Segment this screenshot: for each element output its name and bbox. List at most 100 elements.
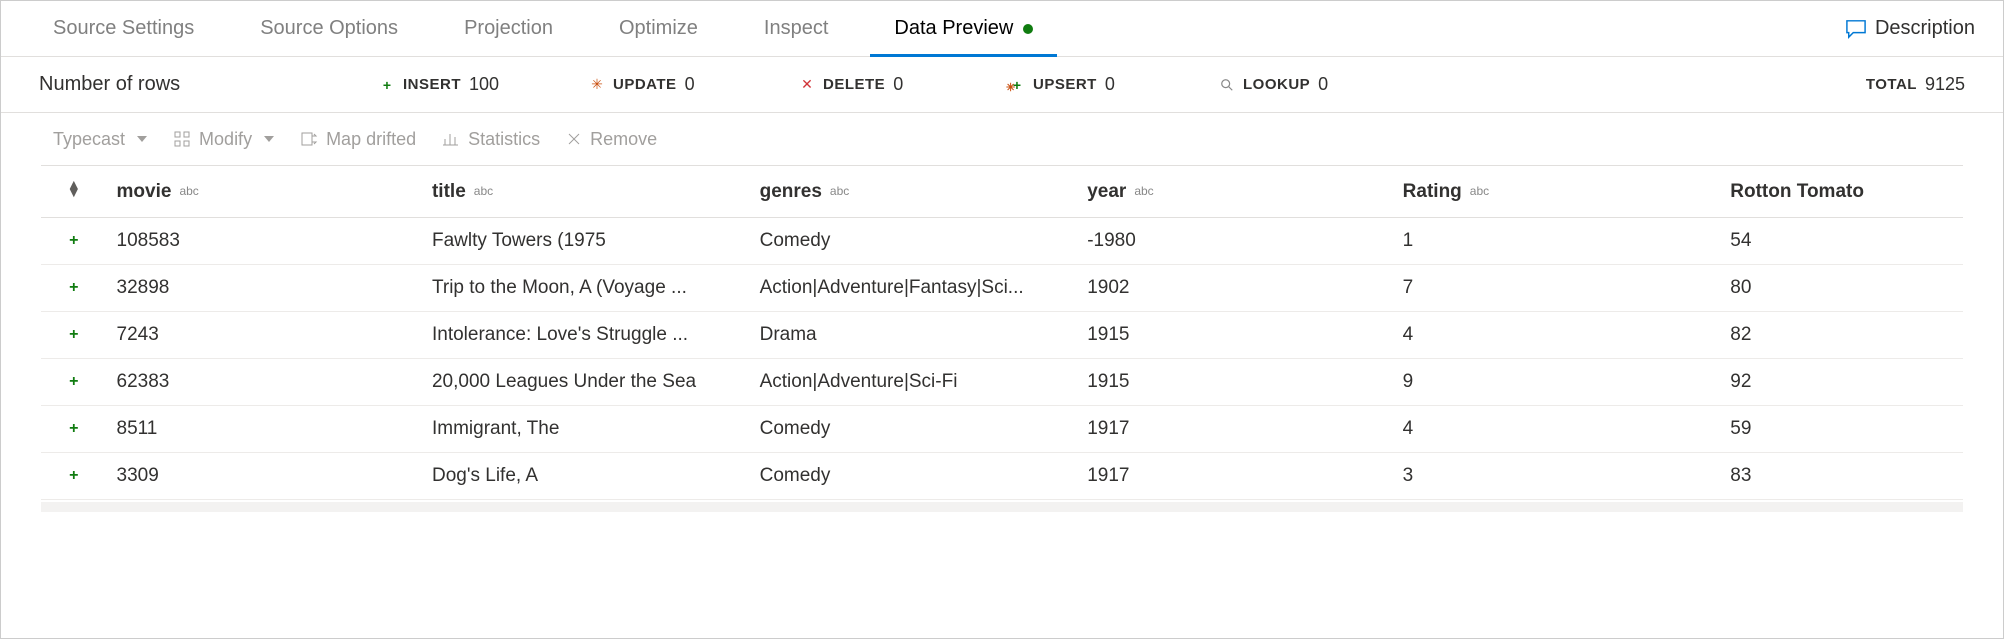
cell-movie: 3309 (107, 453, 422, 500)
cell-title: 20,000 Leagues Under the Sea (422, 359, 750, 406)
cell-rating: 7 (1393, 265, 1721, 312)
insert-row-icon: + (41, 406, 107, 453)
cell-movie: 108583 (107, 218, 422, 265)
cell-year: 1902 (1077, 265, 1392, 312)
cell-year: 1915 (1077, 359, 1392, 406)
sort-column-header[interactable]: ▲▼ (41, 166, 107, 218)
col-header-title[interactable]: titleabc (422, 166, 750, 218)
type-badge: abc (179, 184, 198, 198)
tab-source-settings[interactable]: Source Settings (29, 1, 218, 56)
cell-rt: 80 (1720, 265, 1963, 312)
statistics-button[interactable]: Statistics (442, 129, 540, 150)
tool-label: Modify (199, 129, 252, 150)
tab-projection[interactable]: Projection (440, 1, 577, 56)
cell-title: Fawlty Towers (1975 (422, 218, 750, 265)
cell-genres: Drama (750, 312, 1078, 359)
stat-name: TOTAL (1866, 76, 1917, 93)
type-badge: abc (1470, 184, 1489, 198)
map-drifted-button[interactable]: Map drifted (300, 129, 416, 150)
data-table: ▲▼ movieabc titleabc genresabc yearabc R… (41, 166, 1963, 500)
col-header-genres[interactable]: genres abc (750, 166, 1078, 218)
x-icon (566, 131, 582, 147)
cell-rt: 83 (1720, 453, 1963, 500)
cell-title: Dog's Life, A (422, 453, 750, 500)
modify-button[interactable]: Modify (173, 129, 274, 150)
cell-year: 1915 (1077, 312, 1392, 359)
tab-label: Source Settings (53, 17, 194, 40)
cell-rating: 4 (1393, 312, 1721, 359)
tool-label: Statistics (468, 129, 540, 150)
tab-optimize[interactable]: Optimize (595, 1, 722, 56)
stat-total: TOTAL 9125 (1866, 74, 1965, 95)
sort-icon: ▲▼ (67, 180, 81, 196)
description-button[interactable]: Description (1845, 17, 1975, 40)
table-row[interactable]: +32898Trip to the Moon, A (Voyage ...Act… (41, 265, 1963, 312)
col-label: Rating (1403, 181, 1462, 202)
cell-year: -1980 (1077, 218, 1392, 265)
stat-delete: ✕ DELETE 0 (799, 74, 969, 95)
type-badge: abc (830, 184, 849, 198)
insert-row-icon: + (41, 312, 107, 359)
stat-value: 0 (685, 74, 695, 95)
stat-name: INSERT (403, 76, 461, 93)
col-header-rating[interactable]: Rating abc (1393, 166, 1721, 218)
cell-rating: 1 (1393, 218, 1721, 265)
tab-label: Projection (464, 17, 553, 40)
col-label: genres (760, 181, 822, 202)
stat-insert: + INSERT 100 (379, 74, 549, 95)
cell-genres: Action|Adventure|Sci-Fi (750, 359, 1078, 406)
cell-title: Immigrant, The (422, 406, 750, 453)
status-dot-icon (1023, 24, 1033, 34)
stat-value: 0 (1105, 74, 1115, 95)
table-row[interactable]: +7243Intolerance: Love's Struggle ...Dra… (41, 312, 1963, 359)
cell-rt: 82 (1720, 312, 1963, 359)
col-header-movie[interactable]: movieabc (107, 166, 422, 218)
cell-rt: 54 (1720, 218, 1963, 265)
remove-button[interactable]: Remove (566, 129, 657, 150)
stat-lookup: LOOKUP 0 (1219, 74, 1389, 95)
horizontal-scrollbar[interactable] (41, 502, 1963, 512)
x-icon: ✕ (799, 77, 815, 93)
stat-name: LOOKUP (1243, 76, 1310, 93)
table-row[interactable]: +6238320,000 Leagues Under the SeaAction… (41, 359, 1963, 406)
col-label: Rotton Tomato (1730, 181, 1864, 202)
cell-year: 1917 (1077, 453, 1392, 500)
stat-name: UPDATE (613, 76, 677, 93)
upsert-icon: ✳+ (1009, 77, 1025, 93)
typecast-button[interactable]: Typecast (53, 129, 147, 150)
tab-bar: Source Settings Source Options Projectio… (1, 1, 2003, 57)
table-row[interactable]: +8511Immigrant, TheComedy1917459 (41, 406, 1963, 453)
cell-genres: Comedy (750, 453, 1078, 500)
table-row[interactable]: +3309Dog's Life, AComedy1917383 (41, 453, 1963, 500)
cell-genres: Comedy (750, 218, 1078, 265)
type-badge: abc (1134, 184, 1153, 198)
cell-title: Trip to the Moon, A (Voyage ... (422, 265, 750, 312)
tool-label: Remove (590, 129, 657, 150)
stat-value: 0 (1318, 74, 1328, 95)
tab-inspect[interactable]: Inspect (740, 1, 852, 56)
cell-movie: 7243 (107, 312, 422, 359)
cell-movie: 32898 (107, 265, 422, 312)
stats-bar: Number of rows + INSERT 100 ✳ UPDATE 0 ✕… (1, 57, 2003, 113)
tab-source-options[interactable]: Source Options (236, 1, 422, 56)
cell-rt: 92 (1720, 359, 1963, 406)
cell-rt: 59 (1720, 406, 1963, 453)
asterisk-icon: ✳ (589, 77, 605, 93)
col-label: title (432, 181, 466, 202)
map-icon (300, 130, 318, 148)
stats-icon (442, 130, 460, 148)
tool-label: Map drifted (326, 129, 416, 150)
chevron-down-icon (264, 136, 274, 142)
cell-title: Intolerance: Love's Struggle ... (422, 312, 750, 359)
description-label: Description (1875, 17, 1975, 40)
tab-label: Inspect (764, 17, 828, 40)
tab-label: Source Options (260, 17, 398, 40)
tab-data-preview[interactable]: Data Preview (870, 1, 1057, 56)
cell-movie: 8511 (107, 406, 422, 453)
insert-row-icon: + (41, 359, 107, 406)
stat-name: UPSERT (1033, 76, 1097, 93)
cell-genres: Action|Adventure|Fantasy|Sci... (750, 265, 1078, 312)
col-header-year[interactable]: yearabc (1077, 166, 1392, 218)
col-header-rotton-tomato[interactable]: Rotton Tomato (1720, 166, 1963, 218)
table-row[interactable]: +108583Fawlty Towers (1975Comedy-1980154 (41, 218, 1963, 265)
